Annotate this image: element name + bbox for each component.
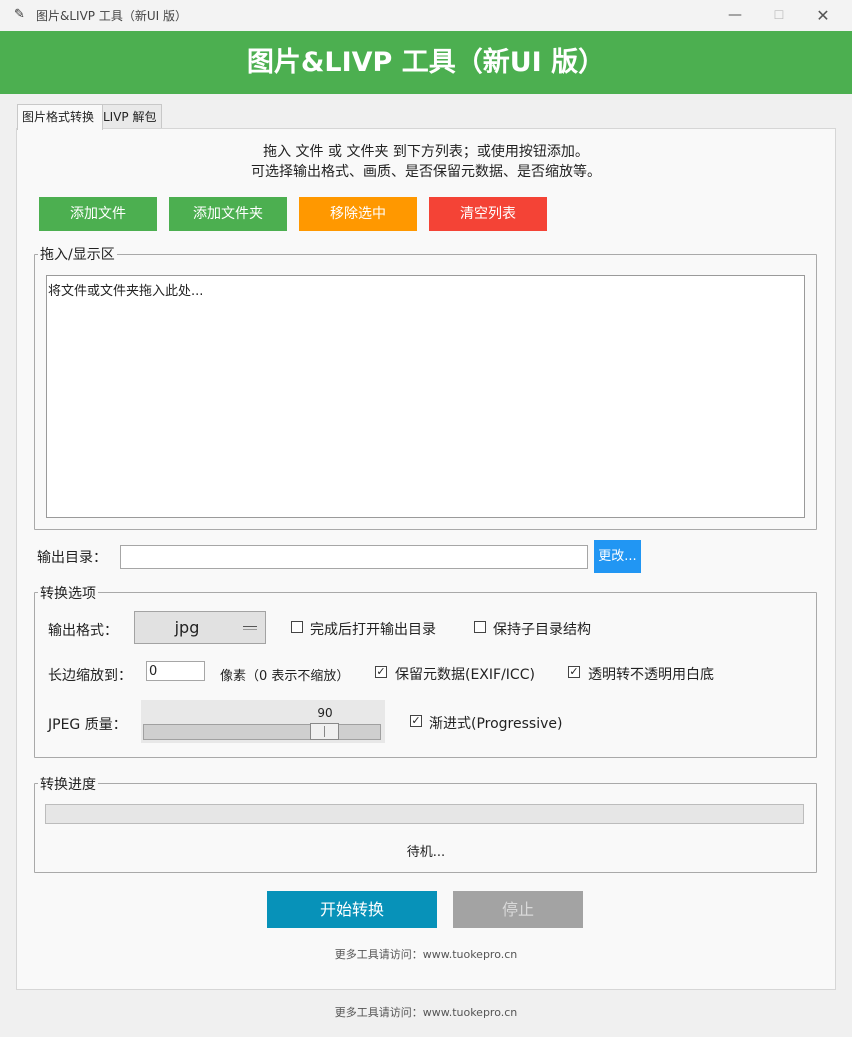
add-file-button[interactable]: 添加文件	[39, 197, 157, 231]
format-label: 输出格式：	[48, 623, 118, 639]
window-title: 图片&LIVP 工具（新UI 版）	[36, 9, 187, 23]
resize-input[interactable]: 0	[146, 661, 205, 681]
file-drop-list[interactable]: 将文件或文件夹拖入此处...	[46, 275, 805, 518]
add-folder-button[interactable]: 添加文件夹	[169, 197, 287, 231]
format-value: jpg	[174, 618, 200, 637]
clear-list-button[interactable]: 清空列表	[429, 197, 547, 231]
keep-meta-label[interactable]: 保留元数据(EXIF/ICC)	[395, 664, 535, 684]
quality-label: JPEG 质量：	[48, 717, 127, 733]
keep-meta-checkbox[interactable]: ✓	[375, 666, 387, 678]
change-output-button[interactable]: 更改...	[594, 540, 641, 573]
instruction-line-1: 拖入 文件 或 文件夹 到下方列表；或使用按钮添加。	[263, 144, 589, 160]
progressive-label[interactable]: 渐进式(Progressive)	[429, 713, 562, 733]
keep-structure-checkbox[interactable]	[474, 621, 486, 633]
instruction-line-2: 可选择输出格式、画质、是否保留元数据、是否缩放等。	[251, 164, 601, 180]
output-dir-input[interactable]	[120, 545, 588, 569]
tab-image-convert[interactable]: 图片格式转换	[17, 104, 103, 130]
keep-structure-label[interactable]: 保持子目录结构	[493, 619, 591, 639]
dropdown-indicator-icon	[243, 626, 257, 630]
white-bg-checkbox[interactable]: ✓	[568, 666, 580, 678]
drop-placeholder: 将文件或文件夹拖入此处...	[48, 284, 204, 299]
format-select[interactable]: jpg	[134, 611, 266, 644]
open-after-label[interactable]: 完成后打开输出目录	[310, 619, 436, 639]
remove-selected-button[interactable]: 移除选中	[299, 197, 417, 231]
minimize-button[interactable]: —	[712, 0, 758, 31]
progress-bar	[45, 804, 804, 824]
app-window: ✎ 图片&LIVP 工具（新UI 版） — ☐ ✕ 图片&LIVP 工具（新UI…	[0, 0, 852, 1037]
white-bg-label[interactable]: 透明转不透明用白底	[588, 664, 714, 684]
stop-button[interactable]: 停止	[453, 891, 583, 928]
open-after-checkbox[interactable]	[291, 621, 303, 633]
footer-link-outer[interactable]: 更多工具请访问：www.tuokepro.cn	[0, 1004, 852, 1020]
progressive-checkbox[interactable]: ✓	[410, 715, 422, 727]
footer-link-inner[interactable]: 更多工具请访问：www.tuokepro.cn	[0, 946, 852, 962]
quality-slider-track[interactable]	[143, 724, 381, 740]
quality-value: 90	[317, 706, 333, 720]
options-group-label: 转换选项	[38, 583, 98, 603]
drop-area-label: 拖入/显示区	[38, 244, 117, 264]
close-button[interactable]: ✕	[800, 0, 846, 31]
quality-slider-thumb[interactable]	[310, 723, 339, 740]
maximize-button[interactable]: ☐	[756, 0, 802, 31]
banner-title: 图片&LIVP 工具（新UI 版）	[246, 47, 606, 78]
progress-group-label: 转换进度	[38, 774, 98, 794]
tab-livp-unpack[interactable]: LIVP 解包	[98, 104, 162, 129]
start-convert-button[interactable]: 开始转换	[267, 891, 437, 928]
resize-label: 长边缩放到：	[48, 668, 132, 684]
title-bar: ✎ 图片&LIVP 工具（新UI 版） — ☐ ✕	[0, 0, 852, 32]
feather-icon: ✎	[14, 7, 25, 22]
output-dir-label: 输出目录：	[37, 550, 107, 566]
status-text: 待机...	[406, 845, 446, 860]
resize-unit-label: 像素（0 表示不缩放）	[220, 669, 350, 684]
header-banner: 图片&LIVP 工具（新UI 版）	[0, 31, 852, 94]
